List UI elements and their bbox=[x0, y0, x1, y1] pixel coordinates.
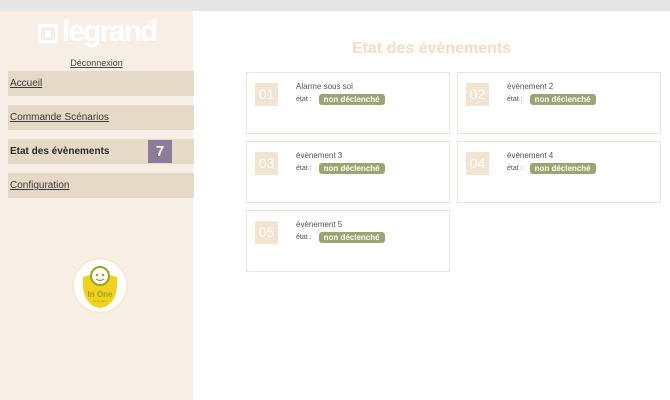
brand-name: legrand bbox=[62, 15, 158, 48]
in-one-logo-text: In One bbox=[88, 290, 113, 299]
state-label: état : bbox=[296, 165, 312, 172]
event-card: 01 Alarme sous sol état : non déclenché bbox=[246, 72, 450, 134]
event-number: 05 bbox=[255, 221, 278, 244]
sidebar-item-etat-evenements[interactable]: Etat des évènements 7 bbox=[8, 139, 194, 164]
event-state-row: état : non déclenché bbox=[296, 94, 385, 105]
sidebar-item-configuration[interactable]: Configuration bbox=[8, 173, 194, 198]
page-title: Etat des évènements bbox=[351, 40, 512, 57]
event-state-row: état : non déclenché bbox=[296, 232, 385, 243]
event-card: 02 évènement 2 état : non déclenché bbox=[457, 72, 661, 134]
top-bar bbox=[0, 0, 670, 11]
event-card: 05 évènement 5 état : non déclenché bbox=[246, 210, 450, 272]
event-number: 01 bbox=[255, 83, 278, 106]
status-badge: non déclenché bbox=[318, 94, 385, 105]
event-name: évènement 5 bbox=[296, 220, 343, 229]
state-label: état : bbox=[507, 96, 523, 103]
state-label: état : bbox=[296, 96, 312, 103]
sidebar-item-accueil[interactable]: Accueil bbox=[8, 71, 194, 96]
in-one-logo-icon: In One by legrand bbox=[72, 257, 128, 314]
event-number: 04 bbox=[466, 152, 489, 175]
event-card: 04 évènement 4 état : non déclenché bbox=[457, 141, 661, 203]
logout-link[interactable]: Déconnexion bbox=[0, 58, 193, 68]
event-card: 03 évènement 3 état : non déclenché bbox=[246, 141, 450, 203]
event-name: évènement 3 bbox=[296, 151, 343, 160]
status-badge: non déclenché bbox=[529, 94, 596, 105]
status-badge: non déclenché bbox=[318, 232, 385, 243]
event-state-row: état : non déclenché bbox=[296, 163, 385, 174]
legrand-mark-icon bbox=[38, 24, 58, 43]
legrand-logo: legrand ® bbox=[38, 15, 158, 49]
event-number: 03 bbox=[255, 152, 278, 175]
registered-mark: ® bbox=[147, 21, 152, 27]
event-state-row: état : non déclenché bbox=[507, 94, 596, 105]
sidebar-item-label: Configuration bbox=[10, 180, 70, 191]
status-badge: non déclenché bbox=[529, 163, 596, 174]
sidebar-item-commande-scenarios[interactable]: Commande Scénarios bbox=[8, 105, 194, 130]
state-label: état : bbox=[296, 234, 312, 241]
sidebar-item-label: Accueil bbox=[10, 78, 43, 89]
in-one-logo-subtext: by legrand bbox=[93, 299, 107, 303]
status-badge: non déclenché bbox=[318, 163, 385, 174]
event-state-row: état : non déclenché bbox=[507, 163, 596, 174]
event-name: évènement 4 bbox=[507, 151, 554, 160]
sidebar: legrand ® Déconnexion Accueil Commande S… bbox=[0, 11, 194, 400]
event-name: Alarme sous sol bbox=[296, 82, 353, 91]
sidebar-item-label: Commande Scénarios bbox=[10, 112, 109, 123]
event-count-badge: 7 bbox=[148, 140, 172, 163]
sidebar-item-label: Etat des évènements bbox=[10, 146, 110, 157]
event-name: évènement 2 bbox=[507, 82, 554, 91]
event-number: 02 bbox=[466, 83, 489, 106]
state-label: état : bbox=[507, 165, 523, 172]
